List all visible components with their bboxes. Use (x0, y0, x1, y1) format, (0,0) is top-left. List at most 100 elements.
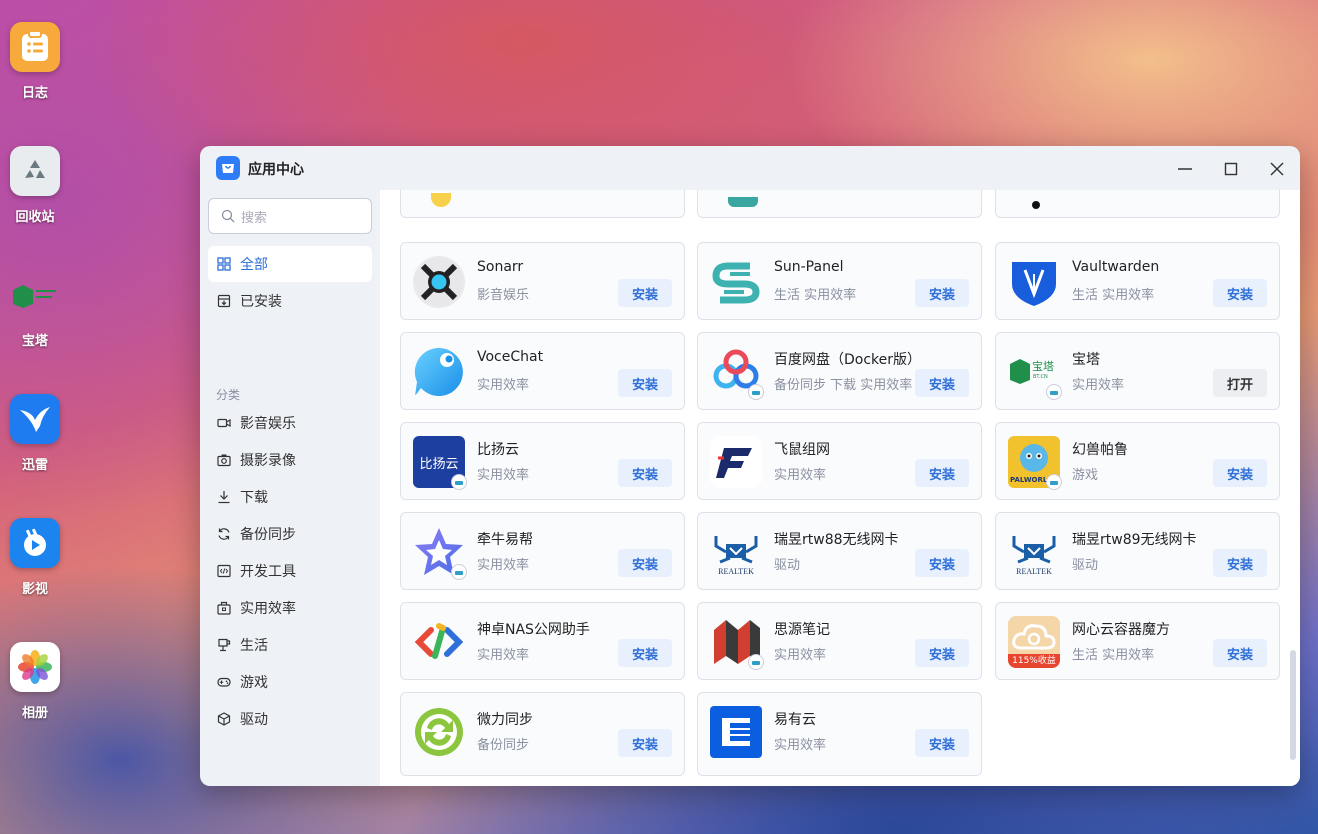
verysync-icon (413, 706, 465, 758)
wangxin-cloud-icon: 115%收益 (1008, 616, 1060, 668)
app-category: 实用效率 (477, 558, 530, 573)
nav-item-label: 全部 (240, 257, 268, 273)
install-button[interactable]: 安装 (915, 369, 969, 397)
app-card[interactable]: 比扬云 比扬云 实用效率 安装 (400, 422, 685, 500)
camera-icon (216, 452, 232, 468)
app-card[interactable]: 飞鼠组网 实用效率 安装 (697, 422, 982, 500)
nav-item-productivity[interactable]: 实用效率 (208, 590, 372, 626)
app-name: 牵牛易帮 (477, 532, 533, 548)
scrollbar[interactable] (1290, 650, 1296, 760)
search-input[interactable]: 搜索 (208, 198, 372, 234)
app-card-partial[interactable] (697, 190, 982, 218)
install-button[interactable]: 安装 (618, 639, 672, 667)
maximize-button[interactable] (1218, 156, 1244, 182)
desktop-icon-recycle-bin[interactable]: 回收站 (0, 146, 70, 225)
app-name: 瑞昱rtw88无线网卡 (774, 532, 899, 548)
install-button[interactable]: 安装 (915, 549, 969, 577)
app-card[interactable]: REALTEK 瑞昱rtw88无线网卡 驱动 安装 (697, 512, 982, 590)
app-card-partial[interactable] (400, 190, 685, 218)
install-button[interactable]: 安装 (618, 459, 672, 487)
install-button[interactable]: 安装 (915, 459, 969, 487)
desktop-icon-video[interactable]: 影视 (0, 518, 70, 597)
app-category: 驱动 (774, 558, 801, 573)
title-bar[interactable]: 应用中心 (200, 146, 1300, 190)
sun-panel-icon (710, 256, 762, 308)
app-category: 备份同步 下载 实用效率 (774, 378, 913, 393)
install-button[interactable]: 安装 (618, 549, 672, 577)
desktop-icon-thunder[interactable]: 迅雷 (0, 394, 70, 473)
cube-icon (216, 711, 232, 727)
install-button[interactable]: 安装 (1213, 459, 1267, 487)
app-card[interactable]: 神卓NAS公网助手 实用效率 安装 (400, 602, 685, 680)
thunder-icon (10, 394, 60, 444)
app-card[interactable]: 115%收益 网心云容器魔方 生活 实用效率 安装 (995, 602, 1280, 680)
install-button[interactable]: 安装 (618, 279, 672, 307)
install-button[interactable]: 安装 (618, 729, 672, 757)
nav-item-installed[interactable]: 已安装 (208, 283, 372, 319)
search-icon (221, 209, 235, 223)
install-button[interactable]: 安装 (1213, 549, 1267, 577)
app-card[interactable]: 易有云 实用效率 安装 (697, 692, 982, 776)
minimize-button[interactable] (1172, 156, 1198, 182)
app-name: Sun-Panel (774, 259, 844, 275)
app-icon-text: 比扬云 (419, 456, 459, 472)
install-button[interactable]: 安装 (915, 729, 969, 757)
app-category: 实用效率 (774, 738, 827, 753)
desktop-icon-photos[interactable]: 相册 (0, 642, 70, 721)
app-card[interactable]: PALWORLD 幻兽帕鲁 游戏 安装 (995, 422, 1280, 500)
nav-item-dev-tools[interactable]: 开发工具 (208, 553, 372, 589)
nav-item-download[interactable]: 下载 (208, 479, 372, 515)
app-name: 飞鼠组网 (774, 442, 830, 458)
app-card[interactable]: 百度网盘（Docker版） 备份同步 下载 实用效率 安装 (697, 332, 982, 410)
app-card[interactable]: 牵牛易帮 实用效率 安装 (400, 512, 685, 590)
close-button[interactable] (1264, 156, 1290, 182)
app-list[interactable]: Sonarr 影音娱乐 安装 Sun-Panel 生活 实用效率 安装 Vaul… (380, 190, 1300, 786)
desktop-icon-baota[interactable]: 宝塔 (0, 270, 70, 349)
vocechat-icon (413, 346, 465, 398)
app-name: Sonarr (477, 259, 524, 275)
install-button[interactable]: 安装 (915, 639, 969, 667)
install-button[interactable]: 安装 (915, 279, 969, 307)
app-card[interactable]: Sonarr 影音娱乐 安装 (400, 242, 685, 320)
app-card[interactable]: 宝塔 BT.CN 宝塔 实用效率 打开 (995, 332, 1280, 410)
app-card[interactable]: Sun-Panel 生活 实用效率 安装 (697, 242, 982, 320)
app-card[interactable]: VoceChat 实用效率 安装 (400, 332, 685, 410)
palworld-icon: PALWORLD (1008, 436, 1062, 490)
desktop-icon-label: 迅雷 (21, 458, 48, 473)
category-title: 分类 (216, 388, 241, 402)
app-name: 微力同步 (477, 712, 533, 728)
app-name: 网心云容器魔方 (1072, 622, 1170, 638)
docker-badge-icon (1046, 384, 1062, 400)
install-button[interactable]: 安装 (618, 369, 672, 397)
open-button[interactable]: 打开 (1213, 369, 1267, 397)
desktop-icon-label: 相册 (21, 706, 48, 721)
nav-item-all[interactable]: 全部 (208, 246, 372, 282)
app-category: 实用效率 (774, 468, 827, 483)
app-icon-text: REALTEK (1016, 567, 1052, 576)
nav-item-media[interactable]: 影音娱乐 (208, 405, 372, 441)
window-title: 应用中心 (248, 162, 304, 178)
nav-item-label: 实用效率 (240, 601, 296, 617)
nav-item-games[interactable]: 游戏 (208, 664, 372, 700)
nav-item-photography[interactable]: 摄影录像 (208, 442, 372, 478)
nav-item-life[interactable]: 生活 (208, 627, 372, 663)
nav-item-drivers[interactable]: 驱动 (208, 701, 372, 737)
app-card[interactable]: 微力同步 备份同步 安装 (400, 692, 685, 776)
nav-item-label: 下载 (240, 490, 268, 506)
nav-item-backup-sync[interactable]: 备份同步 (208, 516, 372, 552)
desktop-icon-label: 影视 (21, 582, 48, 597)
app-name: 思源笔记 (774, 622, 830, 638)
realtek-icon: REALTEK (1008, 526, 1060, 578)
install-button[interactable]: 安装 (1213, 639, 1267, 667)
install-button[interactable]: 安装 (1213, 279, 1267, 307)
app-card[interactable]: 思源笔记 实用效率 安装 (697, 602, 982, 680)
app-card-partial[interactable] (995, 190, 1280, 218)
installed-icon (216, 293, 232, 309)
svg-text:宝塔: 宝塔 (1032, 359, 1054, 373)
baidu-netdisk-icon (710, 346, 764, 400)
shenzhuo-icon (413, 616, 465, 668)
desktop-icon-notes[interactable]: 日志 (0, 22, 70, 101)
minimize-icon (1178, 168, 1192, 170)
app-card[interactable]: Vaultwarden 生活 实用效率 安装 (995, 242, 1280, 320)
app-card[interactable]: REALTEK 瑞昱rtw89无线网卡 驱动 安装 (995, 512, 1280, 590)
